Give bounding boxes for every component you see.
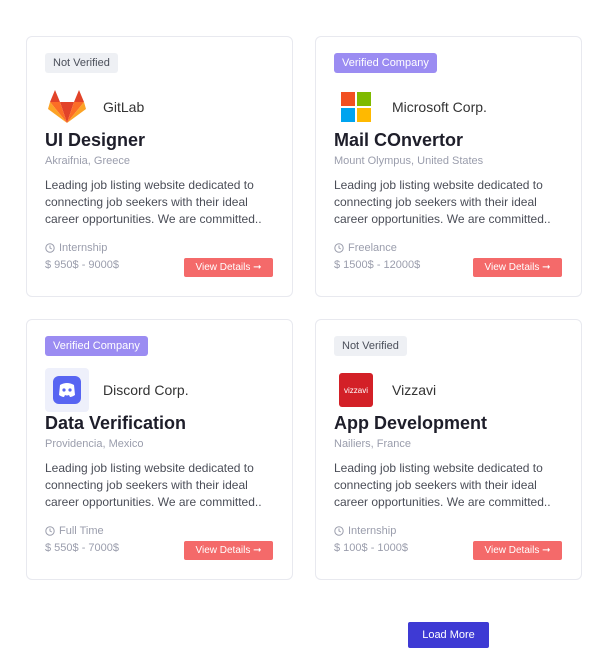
company-info: vizzavi Vizzavi [334,368,436,412]
company-info: GitLab [45,85,144,129]
job-description: Leading job listing website dedicated to… [334,461,551,509]
job-type: Full Time [45,525,104,537]
company-name: Vizzavi [392,382,437,398]
job-location: Akraifnia, Greece [45,155,130,167]
view-details-button[interactable]: View Details ➞ [184,541,273,560]
clock-icon [45,243,55,253]
view-details-button[interactable]: View Details ➞ [473,541,562,560]
job-card: Verified Company Microsoft Corp. Mail CO… [315,36,582,297]
verification-badge: Verified Company [334,53,437,73]
discord-icon [45,368,89,412]
view-details-button[interactable]: View Details ➞ [184,258,273,277]
company-name: Discord Corp. [103,382,189,398]
clock-icon [334,243,344,253]
vizzavi-logo: vizzavi [334,368,378,412]
verification-badge: Verified Company [45,336,148,356]
job-type: Internship [45,242,107,254]
clock-icon [334,526,344,536]
job-description: Leading job listing website dedicated to… [45,178,262,226]
microsoft-icon [334,85,378,129]
job-title: Data Verification [45,413,187,433]
job-type: Freelance [334,242,397,254]
vizzavi-logo-text: vizzavi [343,385,368,395]
clock-icon [45,526,55,536]
job-location: Mount Olympus, United States [334,155,484,167]
job-salary: $ 550$ - 7000$ [45,542,120,554]
job-location: Providencia, Mexico [45,438,144,450]
job-card: Verified Company Discord Corp. Data Veri… [26,319,293,580]
load-more-button[interactable]: Load More [408,622,489,648]
job-type-label: Full Time [59,525,104,537]
company-name: GitLab [103,99,145,115]
job-title: Mail COnvertor [334,130,464,150]
job-card: Not Verified GitLab UI Designer Akraifni… [26,36,293,297]
job-title: UI Designer [45,130,146,150]
job-type-label: Freelance [348,242,397,254]
job-type-label: Internship [59,242,108,254]
job-salary: $ 1500$ - 12000$ [334,259,421,271]
company-info: Microsoft Corp. [334,85,487,129]
job-salary: $ 950$ - 9000$ [45,259,120,271]
gitlab-icon [45,85,89,129]
view-details-button[interactable]: View Details ➞ [473,258,562,277]
company-info: Discord Corp. [45,368,189,412]
job-location: Nailiers, France [334,438,412,450]
job-title: App Development [334,413,488,433]
verification-badge: Not Verified [334,336,407,356]
verification-badge: Not Verified [45,53,118,73]
company-name: Microsoft Corp. [392,99,487,115]
job-salary: $ 100$ - 1000$ [334,542,409,554]
job-card: Not Verified vizzavi Vizzavi App Develop… [315,319,582,580]
job-type: Internship [334,525,396,537]
job-type-label: Internship [348,525,397,537]
job-description: Leading job listing website dedicated to… [334,178,551,226]
job-description: Leading job listing website dedicated to… [45,461,262,509]
